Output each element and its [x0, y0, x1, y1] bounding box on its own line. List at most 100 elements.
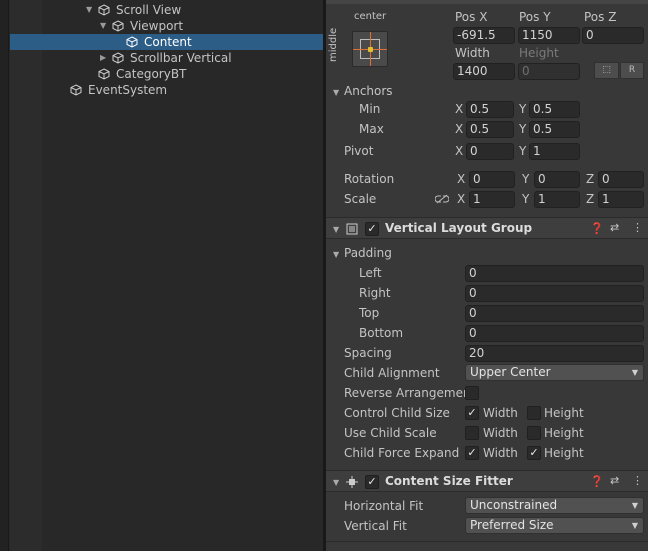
inspector-top-edge	[326, 0, 648, 4]
chevron-down-icon: ▼	[631, 368, 638, 377]
vertical-fit-dropdown[interactable]: Preferred Size ▼	[465, 517, 644, 534]
axis-x-label: X	[455, 122, 464, 136]
pivot-label: Pivot	[344, 144, 374, 158]
blueprint-mode-button[interactable]: ⬚	[594, 62, 619, 79]
padding-label: Padding	[344, 246, 392, 260]
hierarchy-item-label: Content	[144, 35, 192, 49]
control-child-size-label: Control Child Size	[344, 406, 450, 420]
axis-z-label: Z	[586, 192, 595, 206]
axis-y-label: Y	[519, 102, 527, 116]
anchor-v-label: middle	[328, 27, 339, 62]
hierarchy-item-label: Viewport	[130, 19, 184, 33]
height-label: Height	[519, 46, 559, 60]
padding-foldout-icon[interactable]: ▼	[333, 250, 339, 259]
width-field[interactable]: 1400	[453, 63, 515, 80]
hierarchy-item-scrollbar-vertical[interactable]: ▶ Scrollbar Vertical	[10, 50, 323, 66]
hierarchy-item-label: CategoryBT	[116, 67, 187, 81]
anchor-min-label: Min	[359, 102, 381, 116]
anchor-min-x-field[interactable]: 0.5	[466, 101, 514, 118]
hierarchy-item-label: Scroll View	[116, 3, 182, 17]
reverse-arrangement-checkbox[interactable]	[465, 386, 479, 400]
pivot-x-field[interactable]: 0	[466, 143, 514, 160]
hierarchy-item-eventsystem[interactable]: EventSystem	[10, 82, 323, 98]
gameobject-cube-icon	[112, 52, 124, 64]
component-enabled-checkbox[interactable]: ✓	[365, 222, 379, 236]
constrain-proportions-icon[interactable]	[435, 194, 449, 204]
vertical-layout-group-header[interactable]: ▼ ✓ Vertical Layout Group ❓ ⇄ ⋮	[326, 217, 648, 239]
anchor-max-x-field[interactable]: 0.5	[466, 121, 514, 138]
anchors-foldout-icon[interactable]: ▼	[333, 88, 339, 97]
pos-x-label: Pos X	[455, 10, 488, 24]
scale-height-label: Height	[544, 426, 584, 440]
use-child-scale-label: Use Child Scale	[344, 426, 437, 440]
inspector-panel: center middle Pos X Pos Y Pos Z -691.5 1…	[326, 0, 648, 551]
more-menu-icon[interactable]: ⋮	[632, 474, 643, 487]
horizontal-fit-dropdown[interactable]: Unconstrained ▼	[465, 497, 644, 514]
scale-x-field[interactable]: 1	[469, 191, 515, 208]
help-icon[interactable]: ❓	[590, 222, 604, 235]
scale-height-checkbox[interactable]	[527, 426, 541, 440]
preset-icon[interactable]: ⇄	[610, 474, 619, 487]
hierarchy-item-content[interactable]: Content	[10, 34, 323, 50]
expand-arrow-icon[interactable]: ▼	[100, 18, 110, 34]
anchor-min-y-field[interactable]: 0.5	[529, 101, 580, 118]
component-foldout-icon[interactable]: ▼	[333, 478, 339, 487]
padding-top-label: Top	[359, 306, 380, 320]
padding-bottom-field[interactable]: 0	[465, 325, 644, 342]
raw-edit-button[interactable]: R	[620, 62, 644, 79]
pos-x-field[interactable]: -691.5	[453, 27, 515, 44]
horizontal-fit-label: Horizontal Fit	[344, 499, 424, 513]
axis-y-label: Y	[522, 172, 530, 186]
expand-height-label: Height	[544, 446, 584, 460]
control-width-checkbox[interactable]: ✓	[465, 406, 479, 420]
help-icon[interactable]: ❓	[590, 475, 604, 488]
component-enabled-checkbox[interactable]: ✓	[365, 475, 379, 489]
preset-icon[interactable]: ⇄	[610, 221, 619, 234]
scale-width-label: Width	[483, 426, 518, 440]
component-title: Content Size Fitter	[385, 474, 513, 488]
padding-left-field[interactable]: 0	[465, 265, 644, 282]
gameobject-cube-icon	[98, 4, 110, 16]
pos-z-field[interactable]: 0	[582, 27, 644, 44]
editor-root: ▼ Scroll View ▼ Viewport Content ▶ Scrol…	[0, 0, 648, 551]
hierarchy-item-label: EventSystem	[88, 83, 168, 97]
pos-y-field[interactable]: 1150	[518, 27, 580, 44]
content-size-fitter-header[interactable]: ▼ ✓ Content Size Fitter ❓ ⇄ ⋮	[326, 470, 648, 492]
hierarchy-item-label: Scrollbar Vertical	[130, 51, 232, 65]
expand-arrow-icon[interactable]: ▼	[86, 2, 96, 18]
pivot-y-field[interactable]: 1	[529, 143, 580, 160]
scale-z-field[interactable]: 1	[598, 191, 644, 208]
child-alignment-dropdown[interactable]: Upper Center ▼	[465, 364, 644, 381]
anchor-max-y-field[interactable]: 0.5	[529, 121, 580, 138]
component-divider	[326, 541, 648, 542]
spacing-field[interactable]: 20	[465, 345, 644, 362]
hierarchy-item-categorybt[interactable]: CategoryBT	[10, 66, 323, 82]
rotation-y-field[interactable]: 0	[534, 171, 580, 188]
expand-height-checkbox[interactable]: ✓	[527, 446, 541, 460]
padding-right-field[interactable]: 0	[465, 285, 644, 302]
child-alignment-value: Upper Center	[470, 365, 551, 379]
anchor-preset-button[interactable]	[352, 31, 388, 67]
rotation-x-field[interactable]: 0	[469, 171, 515, 188]
rotation-z-field[interactable]: 0	[598, 171, 644, 188]
gameobject-cube-icon	[112, 20, 124, 32]
layout-group-icon	[346, 223, 358, 235]
collapse-arrow-icon[interactable]: ▶	[100, 50, 110, 66]
horizontal-fit-value: Unconstrained	[470, 498, 558, 512]
padding-top-field[interactable]: 0	[465, 305, 644, 322]
axis-x-label: X	[457, 192, 466, 206]
control-height-checkbox[interactable]	[527, 406, 541, 420]
control-width-label: Width	[483, 406, 518, 420]
component-foldout-icon[interactable]: ▼	[333, 225, 339, 234]
scale-width-checkbox[interactable]	[465, 426, 479, 440]
axis-y-label: Y	[519, 122, 527, 136]
axis-x-label: X	[455, 102, 464, 116]
hierarchy-item-viewport[interactable]: ▼ Viewport	[10, 18, 323, 34]
gameobject-cube-icon	[98, 68, 110, 80]
expand-width-checkbox[interactable]: ✓	[465, 446, 479, 460]
scale-y-field[interactable]: 1	[534, 191, 580, 208]
axis-x-label: X	[457, 172, 466, 186]
more-menu-icon[interactable]: ⋮	[632, 221, 643, 234]
anchor-h-label: center	[354, 11, 387, 22]
hierarchy-item-scroll-view[interactable]: ▼ Scroll View	[10, 2, 323, 18]
